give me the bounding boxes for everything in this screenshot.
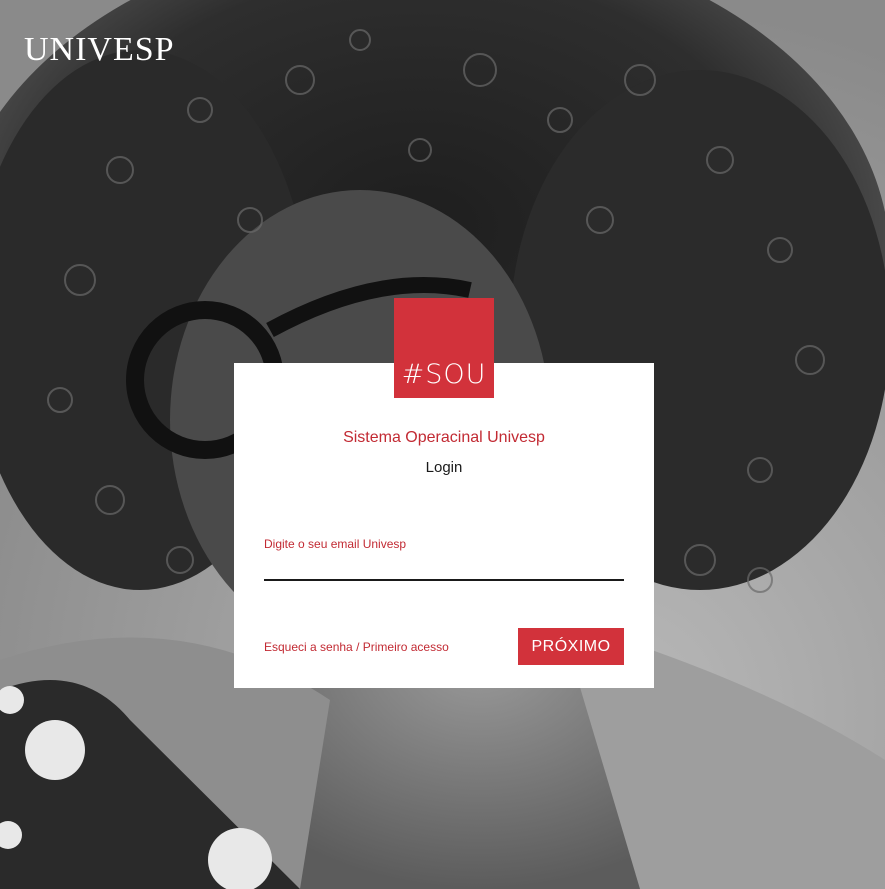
univesp-logo: UNIVESP: [24, 20, 175, 80]
forgot-password-link[interactable]: Esqueci a senha / Primeiro acesso: [264, 640, 449, 654]
next-button[interactable]: PRÓXIMO: [518, 628, 624, 665]
email-input[interactable]: [264, 555, 624, 581]
badge-text: #SOU: [401, 359, 487, 390]
login-card: Sistema Operacinal Univesp Login Digite …: [234, 363, 654, 688]
logo-text: UNIVESP: [24, 31, 175, 68]
email-label: Digite o seu email Univesp: [264, 537, 407, 551]
login-page: UNIVESP Sistema Operacinal Univesp Login…: [0, 0, 885, 889]
login-title: Login: [425, 459, 463, 476]
sou-badge: #SOU: [394, 298, 494, 398]
system-title: Sistema Operacinal Univesp: [343, 429, 545, 446]
